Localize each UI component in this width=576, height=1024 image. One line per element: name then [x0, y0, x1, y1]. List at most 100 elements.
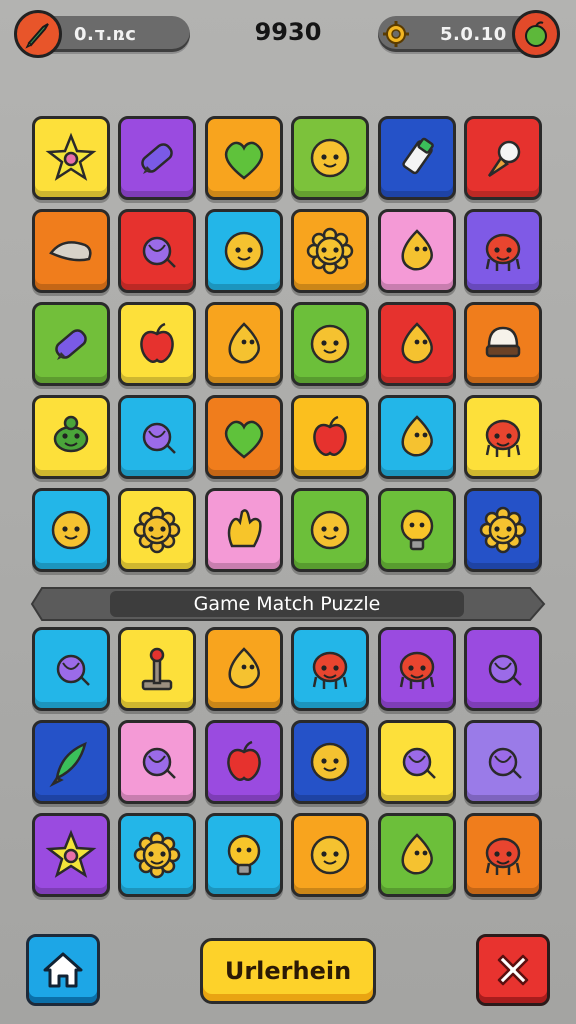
star-icon [45, 132, 97, 181]
apple-icon[interactable] [512, 10, 560, 58]
candy-icon [142, 422, 176, 454]
top-tile-r5-c2[interactable] [118, 488, 196, 572]
joystick-icon [141, 647, 173, 691]
bottom-tile-r1-c3[interactable] [205, 627, 283, 711]
banner: Game Match Puzzle [30, 586, 546, 622]
top-tile-r3-c1[interactable] [32, 302, 110, 386]
top-tile-r3-c3[interactable] [205, 302, 283, 386]
face-icon [310, 510, 350, 550]
apple-icon [140, 322, 174, 363]
drop-icon [401, 415, 433, 457]
top-tile-r3-c6[interactable] [464, 302, 542, 386]
top-tile-r5-c1[interactable] [32, 488, 110, 572]
drop-icon [401, 833, 433, 875]
top-tile-r3-c2[interactable] [118, 302, 196, 386]
top-tile-r3-c5[interactable] [378, 302, 456, 386]
top-tile-r5-c5[interactable] [378, 488, 456, 572]
bottom-tile-r2-c6[interactable] [464, 720, 542, 804]
close-icon [497, 954, 529, 986]
octo-icon [399, 651, 435, 689]
close-button[interactable] [476, 934, 550, 1006]
top-tile-r1-c2[interactable] [118, 116, 196, 200]
flower-icon [133, 506, 181, 554]
apple-icon [227, 740, 261, 781]
top-tile-r1-c5[interactable] [378, 116, 456, 200]
bottom-tile-r1-c4[interactable] [291, 627, 369, 711]
bottom-tile-r3-c4[interactable] [291, 813, 369, 897]
top-tile-r5-c4[interactable] [291, 488, 369, 572]
top-tile-r2-c4[interactable] [291, 209, 369, 293]
face-icon [310, 324, 350, 364]
bottom-tile-r3-c3[interactable] [205, 813, 283, 897]
bottom-tile-r2-c5[interactable] [378, 720, 456, 804]
top-tile-r2-c1[interactable] [32, 209, 110, 293]
crayon-icon [55, 329, 87, 360]
candy-icon [142, 236, 176, 268]
banner-title: Game Match Puzzle [110, 591, 464, 617]
top-tile-r4-c2[interactable] [118, 395, 196, 479]
star-icon [45, 829, 97, 878]
face-icon [310, 138, 350, 178]
bottom-tile-r1-c5[interactable] [378, 627, 456, 711]
top-tile-r4-c3[interactable] [205, 395, 283, 479]
cup-icon [485, 326, 521, 358]
rocket-icon [49, 741, 87, 788]
candy-icon [56, 654, 90, 686]
bottom-tile-r2-c4[interactable] [291, 720, 369, 804]
gear-icon[interactable] [382, 20, 410, 48]
face-icon [310, 742, 350, 782]
top-tile-r4-c6[interactable] [464, 395, 542, 479]
bottom-tile-r2-c3[interactable] [205, 720, 283, 804]
heart-icon [224, 420, 264, 459]
bottom-tile-r3-c1[interactable] [32, 813, 110, 897]
top-tile-r4-c1[interactable] [32, 395, 110, 479]
octo-icon [312, 651, 348, 689]
bulb-icon [400, 509, 434, 551]
top-tile-r2-c3[interactable] [205, 209, 283, 293]
drop-icon [401, 322, 433, 364]
octo-icon [485, 419, 521, 457]
cone-icon [487, 140, 521, 178]
top-tile-r4-c4[interactable] [291, 395, 369, 479]
home-button[interactable] [26, 934, 100, 1006]
home-icon [43, 952, 83, 988]
flower-icon [479, 506, 527, 554]
top-tile-r2-c6[interactable] [464, 209, 542, 293]
crayon-icon [141, 143, 173, 174]
drop-icon [228, 322, 260, 364]
top-tile-r1-c6[interactable] [464, 116, 542, 200]
top-tile-r1-c1[interactable] [32, 116, 110, 200]
heart-icon [224, 141, 264, 180]
fish-icon [49, 241, 92, 262]
bottom-tile-r2-c1[interactable] [32, 720, 110, 804]
candy-icon [488, 654, 522, 686]
top-tile-r4-c5[interactable] [378, 395, 456, 479]
face-icon [310, 835, 350, 875]
flower-icon [133, 831, 181, 879]
turtle-icon [53, 415, 89, 453]
bottom-tile-r3-c5[interactable] [378, 813, 456, 897]
bottom-tile-r3-c6[interactable] [464, 813, 542, 897]
top-tile-r1-c4[interactable] [291, 116, 369, 200]
bottom-tile-r3-c2[interactable] [118, 813, 196, 897]
drop-icon [228, 647, 260, 689]
bottom-tile-r1-c2[interactable] [118, 627, 196, 711]
octo-icon [485, 837, 521, 875]
right-counter-value: 5.0.10 [440, 23, 507, 45]
candy-icon [402, 747, 436, 779]
candy-icon [488, 747, 522, 779]
bottom-tile-r2-c2[interactable] [118, 720, 196, 804]
top-tile-r5-c6[interactable] [464, 488, 542, 572]
top-tile-r2-c5[interactable] [378, 209, 456, 293]
bottom-tile-r1-c1[interactable] [32, 627, 110, 711]
drop-icon [401, 229, 433, 271]
apple-icon [313, 415, 347, 456]
top-tile-r2-c2[interactable] [118, 209, 196, 293]
top-tile-r1-c3[interactable] [205, 116, 283, 200]
top-tile-r3-c4[interactable] [291, 302, 369, 386]
top-tile-r5-c3[interactable] [205, 488, 283, 572]
face-icon [51, 510, 91, 550]
marker-icon [402, 137, 434, 175]
bottom-tile-r1-c6[interactable] [464, 627, 542, 711]
main-action-button[interactable]: Urlerhein [200, 938, 376, 1004]
